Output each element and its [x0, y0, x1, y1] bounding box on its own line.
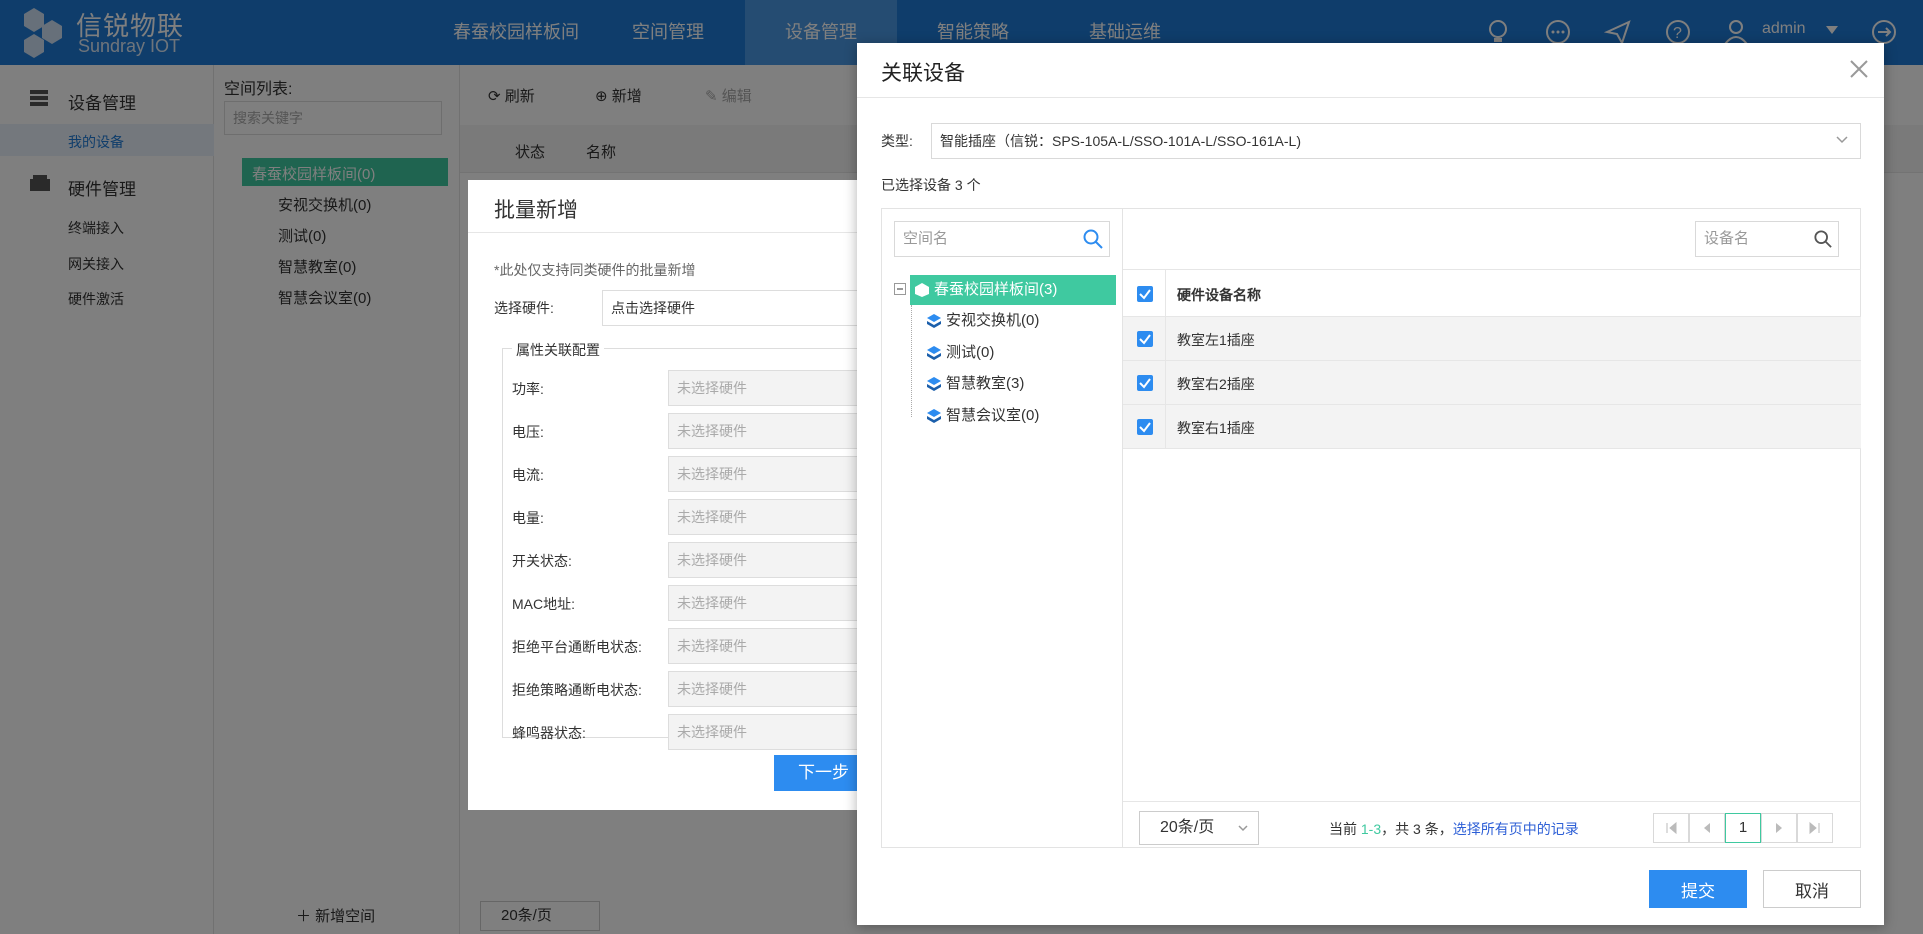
attr-field-label: 蜂鸣器状态: [512, 725, 586, 741]
tree-child-label: 测试(0) [946, 344, 995, 361]
select-all-checkbox[interactable] [1137, 286, 1153, 302]
col-divider [1165, 361, 1166, 405]
attr-field-label: 电量: [512, 510, 544, 526]
pager-controls: 1 [1653, 813, 1833, 843]
layers-icon [927, 314, 941, 329]
collapse-icon[interactable] [894, 283, 906, 295]
check-icon [1139, 378, 1151, 389]
layers-icon [927, 346, 941, 361]
prev-page-icon [1704, 823, 1710, 833]
tree-child-label: 智慧教室(3) [946, 375, 1025, 392]
device-name-cell: 教室右2插座 [1177, 376, 1255, 392]
col-divider [1165, 405, 1166, 449]
attr-field-label: MAC地址: [512, 596, 575, 612]
check-icon [1139, 422, 1151, 433]
first-page-icon [1666, 821, 1677, 835]
row-checkbox[interactable] [1137, 419, 1153, 435]
next-page-icon [1776, 823, 1782, 833]
col-device-name[interactable]: 硬件设备名称 [1177, 285, 1261, 305]
cancel-button[interactable]: 取消 [1763, 870, 1861, 908]
search-icon[interactable] [1083, 229, 1103, 249]
search-icon[interactable] [1814, 230, 1832, 248]
modal-divider [857, 97, 1884, 98]
layers-icon [927, 409, 941, 424]
row-checkbox[interactable] [1137, 375, 1153, 391]
tree-child-label: 智慧会议室(0) [946, 407, 1040, 424]
tree-guide-line [911, 305, 912, 417]
current-page[interactable]: 1 [1725, 813, 1761, 843]
select-hardware-label: 选择硬件: [494, 300, 554, 316]
device-name-placeholder: 设备名 [1704, 230, 1750, 247]
tree-root[interactable]: 春蚕校园样板间(3) [914, 276, 1057, 304]
first-page-button[interactable] [1653, 813, 1689, 843]
col-divider [1165, 270, 1166, 318]
device-name-cell: 教室左1插座 [1177, 332, 1255, 348]
tree-child[interactable]: 智慧会议室(0) [926, 402, 1039, 430]
space-tree-box: 空间名 春蚕校园样板间(3) 安视交换机(0) 测试(0) 智慧教室(3) 智慧… [881, 208, 1123, 848]
pager-mid: ，共 3 条， [1381, 821, 1453, 837]
pager-divider [1123, 801, 1861, 802]
submit-button[interactable]: 提交 [1649, 870, 1747, 908]
tree-child[interactable]: 智慧教室(3) [926, 370, 1024, 398]
device-row[interactable]: 教室右2插座 [1123, 361, 1861, 405]
associate-device-modal: 关联设备 类型: 智能插座（信锐：SPS-105A-L/SSO-101A-L/S… [857, 43, 1884, 925]
check-icon [1139, 334, 1151, 345]
batch-note: *此处仅支持同类硬件的批量新增 [494, 262, 696, 278]
space-name-placeholder: 空间名 [903, 230, 949, 247]
attr-field-label: 拒绝平台通断电状态: [512, 639, 642, 655]
close-icon[interactable] [1847, 57, 1871, 81]
chevron-down-icon [1836, 136, 1848, 144]
device-table-header: 硬件设备名称 [1123, 269, 1861, 318]
device-row[interactable]: 教室右1插座 [1123, 405, 1861, 449]
attr-field-label: 电压: [512, 424, 544, 440]
space-name-search[interactable]: 空间名 [894, 221, 1110, 257]
chevron-down-icon [1238, 825, 1248, 832]
type-select-value: 智能插座（信锐：SPS-105A-L/SSO-101A-L/SSO-161A-L… [940, 133, 1302, 149]
device-row[interactable]: 教室左1插座 [1123, 317, 1861, 361]
tree-child-label: 安视交换机(0) [946, 312, 1040, 329]
attr-field-label: 电流: [512, 467, 544, 483]
pager-info: 当前 1-3，共 3 条，选择所有页中的记录 [1329, 819, 1579, 839]
page-size-select[interactable]: 20条/页 [1139, 811, 1259, 845]
batch-title: 批量新增 [494, 199, 578, 222]
layers-icon [927, 377, 941, 392]
attr-field-label: 拒绝策略通断电状态: [512, 682, 642, 698]
attr-section-title: 属性关联配置 [512, 340, 604, 360]
selected-count: 已选择设备 3 个 [881, 177, 981, 193]
page-size-value: 20条/页 [1160, 819, 1215, 836]
tree-root-label: 春蚕校园样板间(3) [934, 281, 1058, 298]
type-select[interactable]: 智能插座（信锐：SPS-105A-L/SSO-101A-L/SSO-161A-L… [931, 123, 1861, 159]
pager-prefix: 当前 [1329, 821, 1361, 837]
row-checkbox[interactable] [1137, 331, 1153, 347]
device-name-cell: 教室右1插座 [1177, 420, 1255, 436]
tree-child[interactable]: 测试(0) [926, 339, 994, 367]
modal-title: 关联设备 [881, 62, 965, 85]
prev-page-button[interactable] [1689, 813, 1725, 843]
col-divider [1165, 317, 1166, 361]
check-icon [1139, 289, 1151, 300]
last-page-icon [1809, 821, 1820, 835]
type-label: 类型: [881, 133, 913, 149]
next-page-button[interactable] [1761, 813, 1797, 843]
attr-field-label: 功率: [512, 381, 544, 397]
device-name-search[interactable]: 设备名 [1695, 221, 1839, 257]
tree-child[interactable]: 安视交换机(0) [926, 307, 1039, 335]
pager-range: 1-3 [1360, 821, 1382, 837]
select-all-pages-link[interactable]: 选择所有页中的记录 [1453, 821, 1579, 837]
last-page-button[interactable] [1797, 813, 1833, 843]
attr-field-label: 开关状态: [512, 553, 572, 569]
space-icon [915, 283, 929, 298]
device-table-box: 设备名 硬件设备名称 20条/页 当前 1-3，共 3 条，选择所有页中的记录 … [1123, 208, 1861, 848]
